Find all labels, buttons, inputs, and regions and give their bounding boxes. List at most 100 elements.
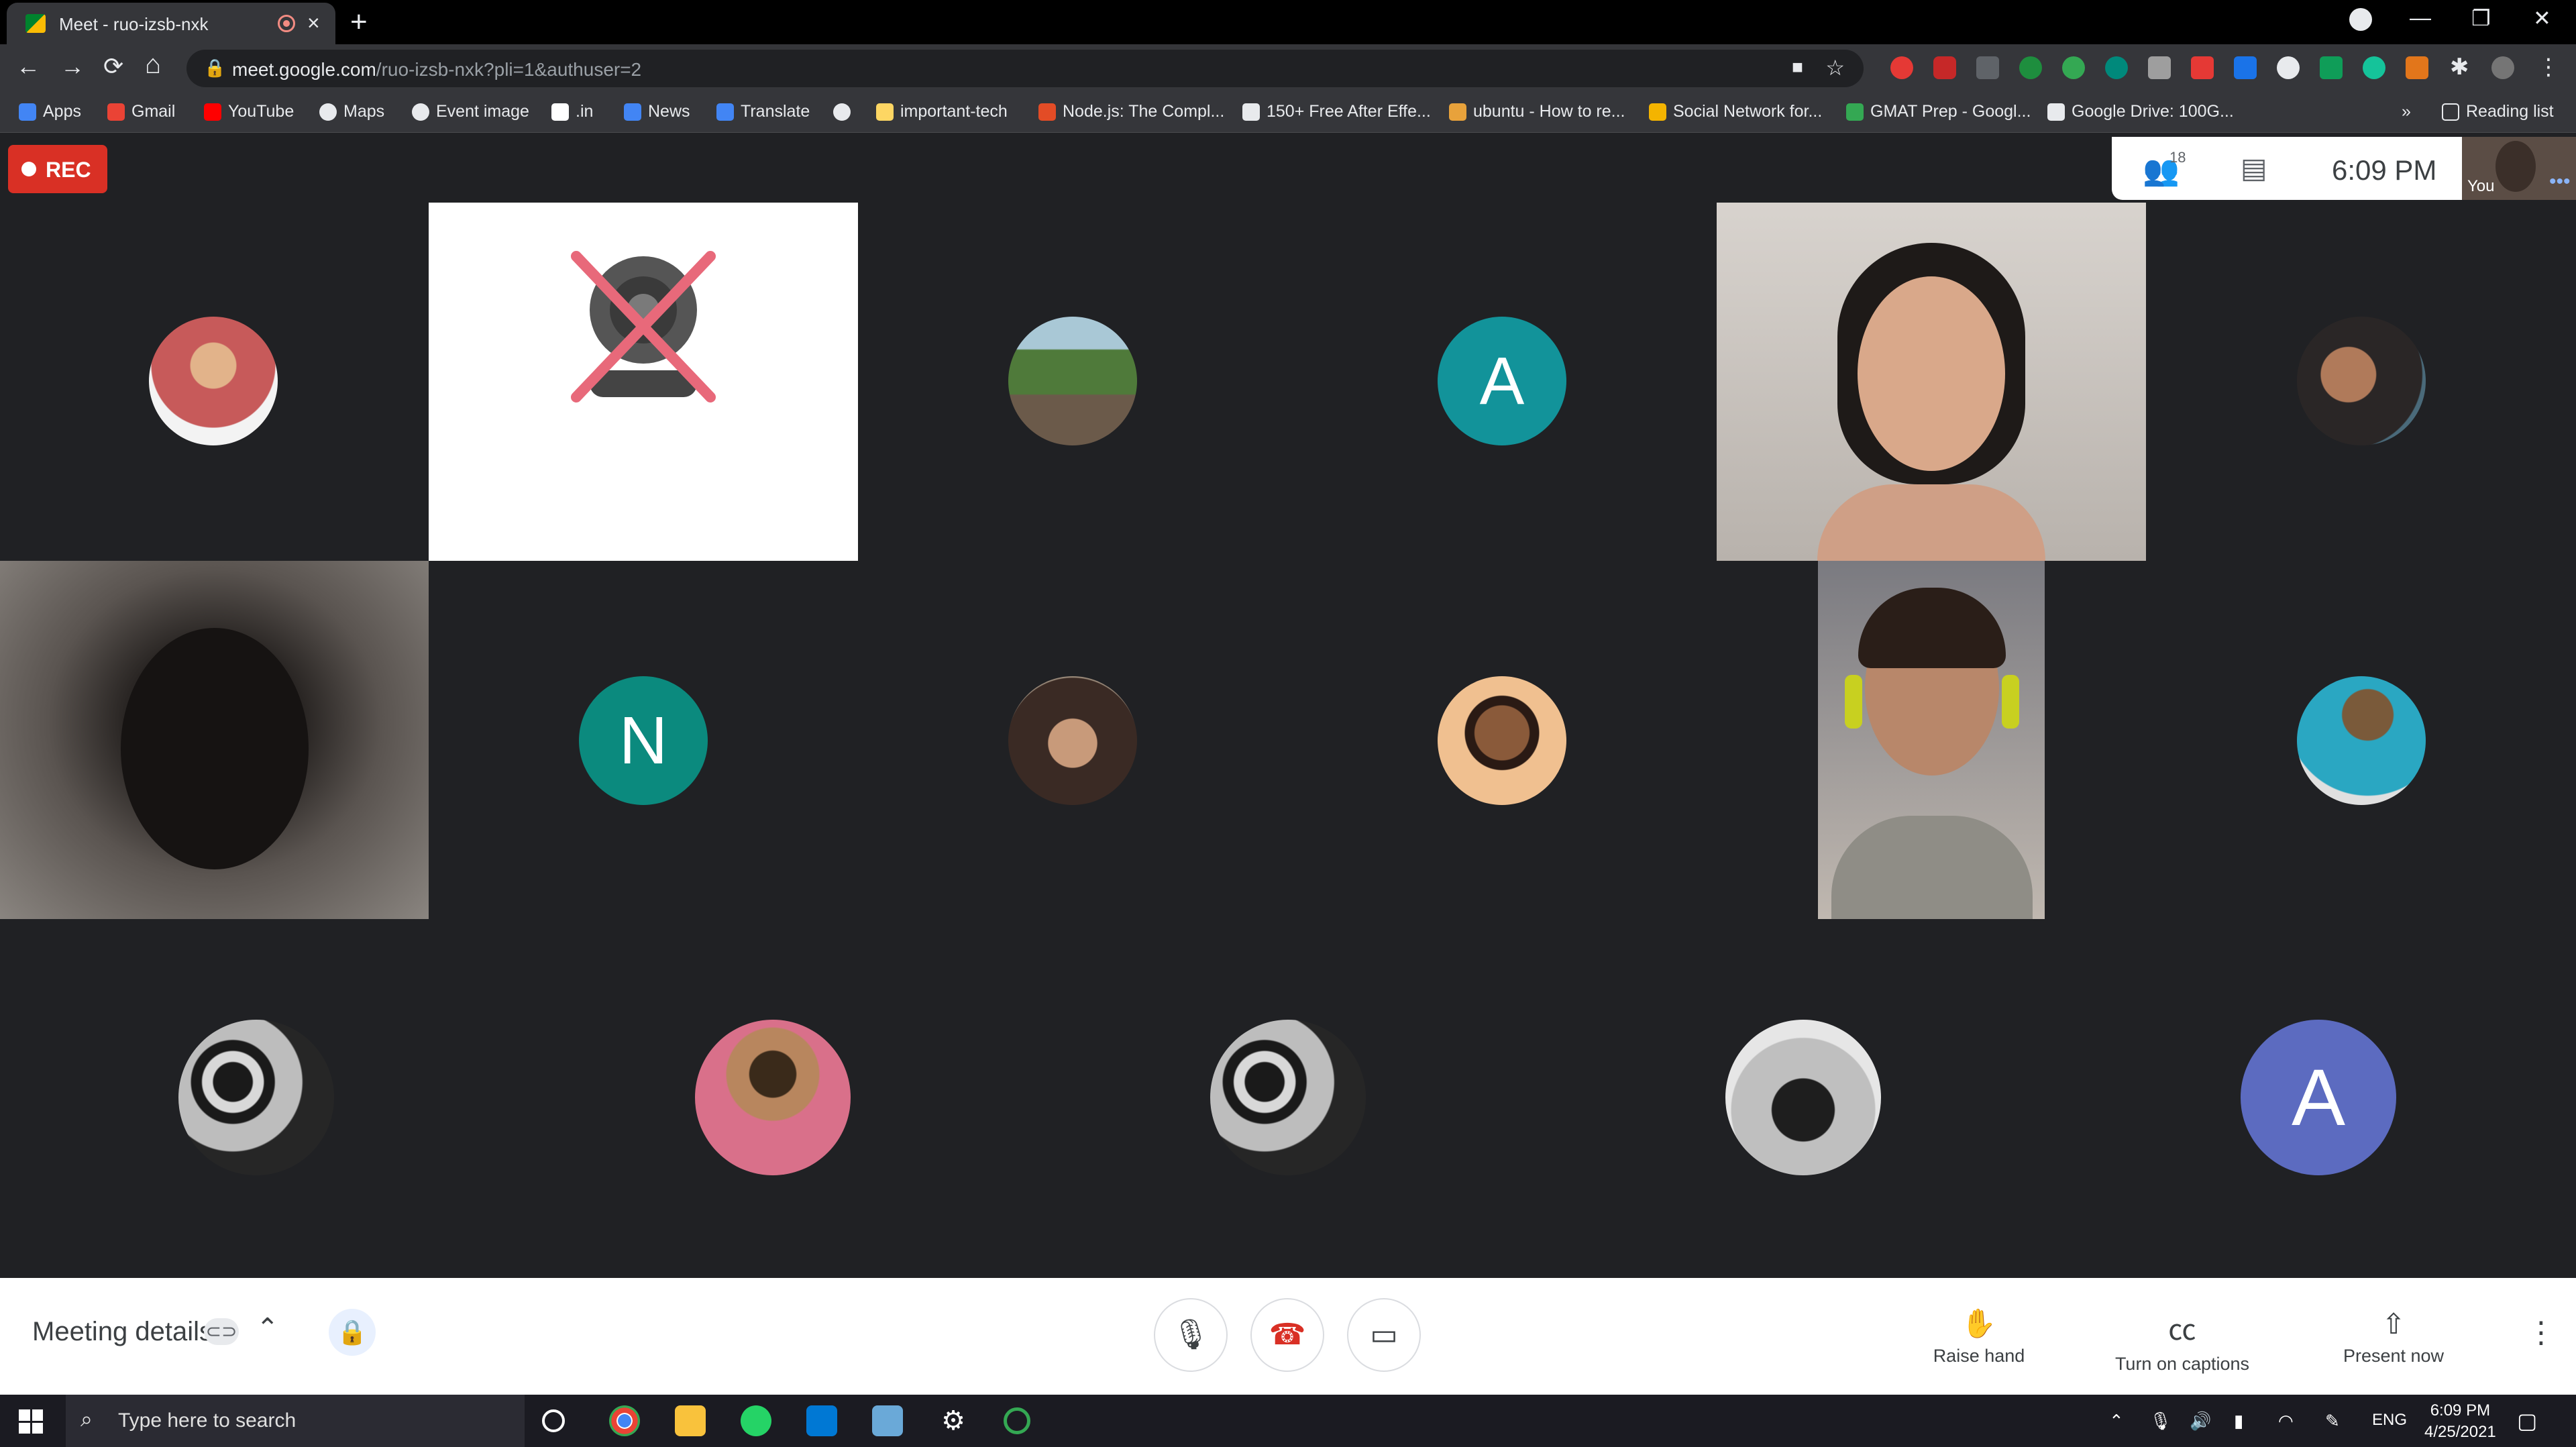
participant-video-tile[interactable]	[1717, 203, 2146, 561]
close-window-button[interactable]: ✕	[2533, 5, 2551, 31]
bookmark-event-image[interactable]: Event image	[412, 102, 529, 121]
participant-tile[interactable]: N	[429, 561, 858, 919]
minimize-button[interactable]: —	[2410, 5, 2431, 30]
new-tab-button[interactable]: +	[350, 5, 368, 39]
address-bar[interactable]: 🔒 meet.google.com/ruo-izsb-nxk?pli=1&aut…	[186, 50, 1864, 87]
participant-tile[interactable]	[2146, 203, 2576, 561]
tab-close-icon[interactable]: ×	[307, 11, 320, 36]
headphones-icon	[1845, 675, 1862, 729]
notifications-icon[interactable]: ▢	[2517, 1408, 2537, 1434]
host-controls-shield-icon[interactable]: 🔒	[329, 1309, 376, 1356]
cortana-icon[interactable]	[542, 1409, 565, 1432]
extension-icon[interactable]	[2019, 56, 2042, 79]
back-icon[interactable]: ←	[16, 52, 40, 81]
more-options-icon[interactable]: •••	[2549, 170, 2571, 193]
extension-icon[interactable]	[2062, 56, 2085, 79]
wifi-icon[interactable]: ◠	[2278, 1411, 2294, 1432]
extension-icon[interactable]	[2234, 56, 2257, 79]
meeting-details-button[interactable]: Meeting details	[32, 1317, 213, 1347]
chat-icon[interactable]: ▤	[2241, 152, 2267, 184]
bookmark-globe[interactable]	[833, 102, 857, 121]
self-view-tile[interactable]: You •••	[2462, 137, 2576, 200]
whatsapp-icon[interactable]	[741, 1405, 771, 1436]
taskbar-search-box[interactable]: ⌕ Type here to search	[66, 1395, 525, 1447]
microphone-tray-icon[interactable]: 🎙	[2149, 1411, 2171, 1432]
extension-icon[interactable]	[2277, 56, 2300, 79]
camera-button[interactable]: ▭	[1347, 1298, 1421, 1372]
attachment-icon[interactable]: ⊂⊃	[204, 1318, 239, 1345]
volume-icon[interactable]: 🔊	[2190, 1411, 2211, 1432]
home-icon[interactable]: ⌂	[145, 50, 161, 80]
bookmark-google-drive[interactable]: Google Drive: 100G...	[2047, 102, 2234, 121]
participant-tile[interactable]: A	[1287, 203, 1717, 561]
chevron-up-icon[interactable]: ⌃	[256, 1313, 279, 1344]
forward-icon[interactable]: →	[60, 52, 85, 81]
participant-tile[interactable]: A	[2061, 919, 2576, 1278]
app-icon[interactable]	[872, 1405, 903, 1436]
tab-meet[interactable]: Meet - ruo-izsb-nxk ×	[7, 3, 335, 44]
captions-button[interactable]: ㏄ Turn on captions	[2106, 1307, 2258, 1375]
bookmark-ubuntu[interactable]: ubuntu - How to re...	[1449, 102, 1625, 121]
raise-hand-button[interactable]: ✋ Raise hand	[1924, 1307, 2034, 1366]
metamask-icon[interactable]	[2406, 56, 2428, 79]
extension-icon[interactable]	[2191, 56, 2214, 79]
language-indicator[interactable]: ENG	[2372, 1411, 2407, 1430]
bookmarks-overflow-button[interactable]: »	[2402, 102, 2411, 121]
pen-icon[interactable]: ✎	[2325, 1411, 2340, 1432]
participant-tile[interactable]	[1546, 919, 2061, 1278]
extension-icon[interactable]	[1976, 56, 1999, 79]
bookmark-youtube[interactable]: YouTube	[204, 102, 294, 121]
extension-icon[interactable]	[2105, 56, 2128, 79]
participant-tile[interactable]	[0, 919, 515, 1278]
camera-in-use-icon[interactable]: ■	[1792, 56, 1803, 78]
chrome-menu-icon[interactable]: ⋮	[2537, 54, 2560, 81]
vscode-icon[interactable]	[806, 1405, 837, 1436]
participant-video-tile[interactable]	[0, 561, 429, 919]
participant-tile-camera-off[interactable]	[429, 203, 858, 561]
reload-icon[interactable]: ⟳	[103, 52, 123, 81]
microphone-button[interactable]: 🎙	[1154, 1298, 1228, 1372]
extensions-puzzle-icon[interactable]: ✱	[2450, 54, 2469, 81]
app-loading-icon[interactable]	[1004, 1407, 1030, 1434]
participant-tile[interactable]	[1287, 561, 1717, 919]
chevron-up-icon[interactable]: ⌃	[2109, 1411, 2124, 1432]
participant-tile[interactable]	[858, 561, 1287, 919]
present-now-button[interactable]: ⇧ Present now	[2334, 1307, 2453, 1366]
extension-icon[interactable]	[1890, 56, 1913, 79]
bookmark-news[interactable]: News	[624, 102, 690, 121]
settings-gear-icon[interactable]: ⚙	[938, 1405, 969, 1436]
extension-icon[interactable]	[1933, 56, 1956, 79]
profile-avatar-icon[interactable]	[2491, 56, 2514, 79]
bookmark-nodejs[interactable]: Node.js: The Compl...	[1038, 102, 1224, 121]
participant-tile[interactable]	[0, 203, 429, 561]
participant-video-tile[interactable]	[1818, 561, 2045, 919]
bookmark-apps[interactable]: Apps	[19, 102, 81, 121]
extension-icon[interactable]	[2148, 56, 2171, 79]
more-options-icon[interactable]: ⋮	[2526, 1316, 2556, 1350]
bookmark-after-effects[interactable]: 150+ Free After Effe...	[1242, 102, 1431, 121]
extension-icon[interactable]	[2320, 56, 2343, 79]
system-clock[interactable]: 6:09 PM 4/25/2021	[2424, 1400, 2496, 1443]
leave-call-button[interactable]: ☎	[1250, 1298, 1324, 1372]
bookmark-social-network[interactable]: Social Network for...	[1649, 102, 1822, 121]
battery-icon[interactable]: ▮	[2234, 1411, 2243, 1432]
chrome-icon[interactable]	[609, 1405, 640, 1436]
camera-off-icon	[571, 251, 716, 403]
bookmark-gmat[interactable]: GMAT Prep - Googl...	[1846, 102, 2031, 121]
participant-tile[interactable]	[2146, 561, 2576, 919]
participant-tile[interactable]	[1030, 919, 1546, 1278]
reading-list-button[interactable]: Reading list	[2442, 102, 2554, 121]
grammarly-icon[interactable]	[2363, 56, 2385, 79]
restore-button[interactable]: ❐	[2471, 5, 2491, 31]
windows-start-icon[interactable]	[19, 1409, 43, 1434]
file-explorer-icon[interactable]	[675, 1405, 706, 1436]
bookmark-translate[interactable]: Translate	[716, 102, 810, 121]
bookmark-gmail[interactable]: Gmail	[107, 102, 175, 121]
participant-tile[interactable]	[858, 203, 1287, 561]
bookmark-folder-important-tech[interactable]: important-tech	[876, 102, 1008, 121]
participant-tile[interactable]	[515, 919, 1030, 1278]
bookmark-star-icon[interactable]: ☆	[1825, 55, 1845, 81]
bookmark-maps[interactable]: Maps	[319, 102, 384, 121]
bookmark-amazon[interactable]: .in	[551, 102, 593, 121]
profile-menu-icon[interactable]	[2349, 8, 2372, 31]
